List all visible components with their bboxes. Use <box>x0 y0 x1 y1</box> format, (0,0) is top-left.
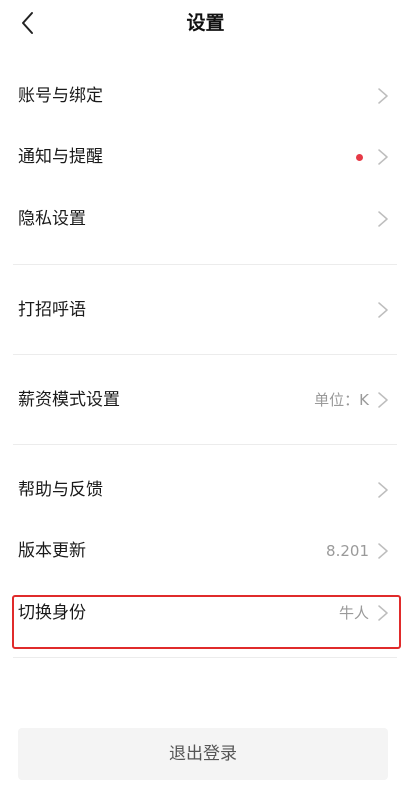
settings-item-label: 账号与绑定 <box>18 86 103 106</box>
chevron-right-icon <box>377 481 389 499</box>
settings-item-version[interactable]: 版本更新 8.201 <box>0 521 411 581</box>
settings-item-label: 打招呼语 <box>18 300 86 320</box>
chevron-right-icon <box>377 301 389 319</box>
settings-item-account[interactable]: 账号与绑定 <box>0 66 411 126</box>
chevron-right-icon <box>377 148 389 166</box>
settings-item-notifications[interactable]: 通知与提醒 <box>0 127 411 187</box>
settings-item-salary-mode[interactable]: 薪资模式设置 单位：K <box>0 370 411 430</box>
section-divider <box>13 354 397 355</box>
settings-item-label: 隐私设置 <box>18 209 86 229</box>
page-title: 设置 <box>186 12 225 34</box>
settings-item-greeting[interactable]: 打招呼语 <box>0 280 411 340</box>
chevron-right-icon <box>377 391 389 409</box>
settings-item-label: 通知与提醒 <box>18 147 103 167</box>
settings-item-label: 薪资模式设置 <box>18 390 120 410</box>
chevron-right-icon <box>377 542 389 560</box>
settings-item-label: 帮助与反馈 <box>18 480 103 500</box>
chevron-right-icon <box>377 87 389 105</box>
chevron-right-icon <box>377 210 389 228</box>
unread-dot-badge <box>356 154 363 161</box>
chevron-right-icon <box>377 604 389 622</box>
section-divider <box>13 657 397 658</box>
section-divider <box>13 264 397 265</box>
settings-item-value: 单位：K <box>314 391 369 409</box>
settings-item-privacy[interactable]: 隐私设置 <box>0 189 411 249</box>
settings-item-label: 版本更新 <box>18 541 86 561</box>
settings-item-help[interactable]: 帮助与反馈 <box>0 460 411 520</box>
settings-item-value: 牛人 <box>338 604 369 622</box>
section-divider <box>13 444 397 445</box>
logout-button[interactable]: 退出登录 <box>18 728 388 780</box>
settings-item-switch-identity[interactable]: 切换身份 牛人 <box>0 583 411 643</box>
settings-item-value: 8.201 <box>326 542 369 560</box>
header-bar: 设置 <box>0 0 411 46</box>
settings-item-label: 切换身份 <box>18 603 86 623</box>
